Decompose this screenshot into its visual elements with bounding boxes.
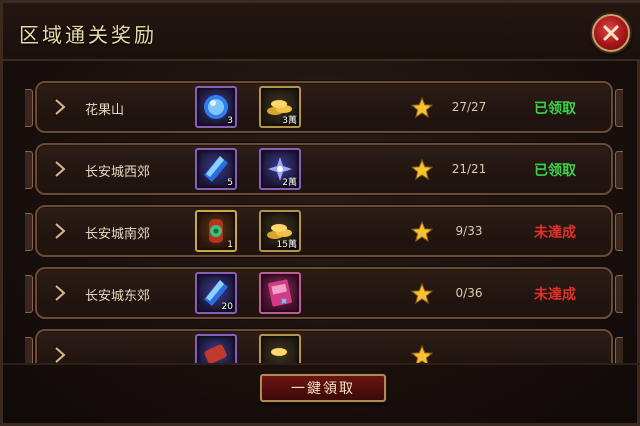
region-name: 花果山 [85,103,125,118]
item-quantity: 3萬 [282,116,297,126]
reward-slot[interactable] [195,334,237,363]
reward-window: 区域通关奖励 花果山 3 3萬 27/27 已领取 长安城西郊 5 2萬 21/… [0,0,640,426]
star-icon [411,283,433,305]
reward-slot[interactable]: 3萬 [259,86,301,128]
star-icon [411,345,433,363]
window-title: 区域通关奖励 [19,23,157,47]
star-icon [411,221,433,243]
chevron-right-icon [55,285,66,301]
region-name: 长安城东郊 [85,289,151,304]
close-button[interactable] [592,14,630,52]
region-name: 长安城南郊 [85,227,151,242]
chevron-right-icon [55,223,66,239]
reward-slot[interactable]: 3 [195,86,237,128]
list-item[interactable]: 长安城南郊 1 15萬 9/33 未達成 [25,205,623,257]
reward-status: 未達成 [534,225,576,241]
reward-status[interactable]: 已领取 [515,160,595,180]
item-quantity: 3 [227,116,233,126]
reward-slot[interactable]: 15萬 [259,210,301,252]
reward-slot[interactable] [259,272,301,314]
star-progress: 21/21 [451,162,487,176]
star-progress: 0/36 [455,286,483,300]
list-item[interactable]: 长安城西郊 5 2萬 21/21 已领取 [25,143,623,195]
list-item[interactable]: 长安城东郊 20 0/36 未達成 [25,267,623,319]
star-progress: 27/27 [451,100,487,114]
item-quantity: 15萬 [276,240,297,250]
chevron-right-icon [55,347,66,363]
reward-slot[interactable]: 1 [195,210,237,252]
star-icon [411,97,433,119]
list-item[interactable]: 花果山 3 3萬 27/27 已领取 [25,81,623,133]
scroll-icon [204,344,227,363]
reward-slot[interactable] [259,334,301,363]
item-quantity: 2萬 [282,178,297,188]
gold-coins-icon [271,348,287,356]
reward-slot[interactable]: 2萬 [259,148,301,190]
close-icon [603,25,619,41]
item-quantity: 20 [221,302,233,312]
reward-slot[interactable]: 20 [195,272,237,314]
claim-all-button[interactable]: 一鍵領取 [260,374,386,402]
reward-status[interactable]: 已领取 [515,98,595,118]
title-bar: 区域通关奖励 [3,3,640,61]
star-icon [411,159,433,181]
star-progress: 9/33 [455,224,483,238]
item-quantity: 1 [227,240,233,250]
region-name: 长安城西郊 [85,165,151,180]
item-quantity: 5 [227,178,233,188]
divider [3,363,640,365]
reward-status: 未達成 [534,287,576,303]
region-list[interactable]: 花果山 3 3萬 27/27 已领取 长安城西郊 5 2萬 21/21 已领取 … [25,75,623,363]
chevron-right-icon [55,161,66,177]
list-item[interactable] [25,329,623,363]
reward-slot[interactable]: 5 [195,148,237,190]
chevron-right-icon [55,99,66,115]
exp-card-icon [268,279,292,307]
